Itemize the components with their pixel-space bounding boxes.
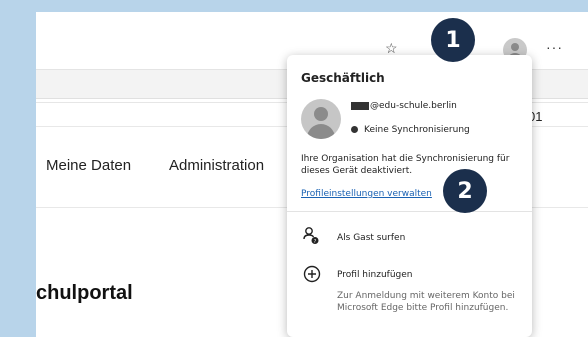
redacted-mask [351,101,369,110]
callout-2: 2 [443,169,487,213]
profile-settings-link[interactable]: Profileinstellungen verwalten [301,189,432,199]
nav-administration[interactable]: Administration [169,157,264,174]
add-profile-hint: Zur Anmeldung mit weiterem Konto bei Mic… [337,291,515,313]
avatar-body-icon [307,124,335,139]
avatar-head-icon [314,107,328,121]
guest-icon: ? [303,227,319,249]
browse-as-guest[interactable]: Als Gast surfen [337,233,405,243]
callout-1: 1 [431,18,475,62]
menu-divider [287,211,532,212]
profile-head-icon [511,43,519,51]
add-profile-icon [303,265,321,287]
nav-meine-daten[interactable]: Meine Daten [46,157,131,174]
add-profile[interactable]: Profil hinzufügen [337,270,412,280]
avatar [301,99,341,139]
email-domain: @edu-schule.berlin [370,101,457,111]
more-menu-button[interactable]: ··· [546,39,563,55]
sync-off-icon [351,126,358,133]
profile-menu-title: Geschäftlich [301,71,385,85]
sync-status-text: Keine Synchronisierung [364,125,470,135]
sync-disabled-note: Ihre Organisation hat die Synchronisieru… [301,154,510,176]
svg-text:?: ? [314,239,317,245]
account-email: @edu-schule.berlin [351,101,457,111]
page-title: chulportal [36,282,133,304]
sync-status: Keine Synchronisierung [351,125,470,135]
profile-menu: Geschäftlich @edu-schule.berlin Keine Sy… [287,55,532,337]
